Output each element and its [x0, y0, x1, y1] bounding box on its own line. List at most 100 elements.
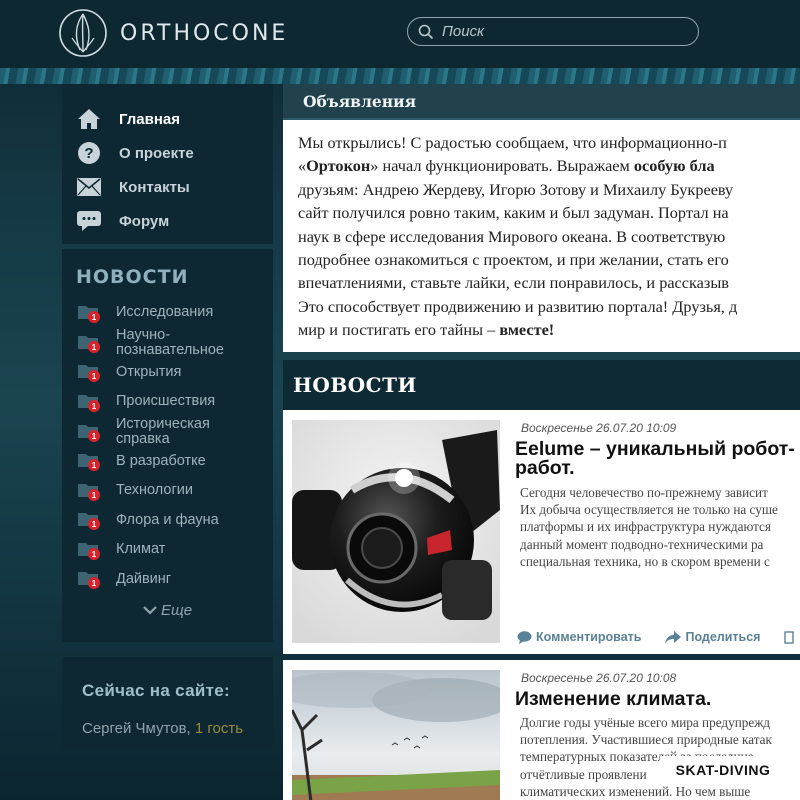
nav-item-label: Форум [119, 212, 170, 230]
svg-text:1: 1 [92, 402, 97, 411]
folder-icon: 1 [78, 363, 100, 383]
more-link[interactable]: Еще [62, 602, 273, 619]
bookmark-button[interactable] [784, 630, 798, 644]
announcements-title: Объявления [303, 92, 417, 111]
orthocone-logo-icon [59, 9, 107, 57]
news-excerpt-line: специальная техника, но в скором времени… [520, 553, 770, 569]
news-excerpt-line: платформы и их инфраструктура нуждаются [520, 519, 771, 535]
notification-badge-icon: 1 [88, 577, 100, 590]
announcement-text: « [298, 156, 307, 176]
news-excerpt: Сегодня человечество по-прежнему зависит… [520, 484, 778, 570]
news-thumbnail-climate[interactable] [292, 670, 500, 800]
category-label: Научно-познавательное [116, 326, 224, 358]
notification-badge-icon: 1 [88, 399, 100, 412]
online-guest: 1 гость [194, 720, 244, 737]
svg-text:1: 1 [92, 461, 97, 470]
folder-icon: 1 [78, 570, 100, 590]
folder-icon: 1 [78, 541, 100, 560]
news-excerpt-line: Сегодня человечество по-прежнему зависит [520, 485, 768, 500]
site-logo[interactable]: ORTHOCONE [58, 7, 288, 59]
news-excerpt-line: Их добыча осуществляется не только на су… [520, 502, 778, 518]
news-card-title[interactable]: Изменение климата. [515, 689, 711, 709]
announcement-text: » начал функционировать. Выражаем [370, 156, 634, 176]
announcement-line: сайт получился ровно таким, каким и был … [298, 201, 800, 224]
news-title-line: работ. [515, 457, 575, 479]
category-label: Дайвинг [116, 570, 172, 587]
announcement-text: Мы открылись! С радостью сообщаем, что и… [298, 133, 727, 152]
announcement-line: Это способствует продвижению и развитию … [298, 295, 800, 318]
share-button[interactable]: Поделиться [665, 630, 760, 644]
announcement-bold: вместе! [499, 320, 555, 340]
search-icon [418, 24, 434, 39]
share-label: Поделиться [685, 630, 761, 644]
folder-icon: 1 [78, 334, 100, 353]
announcement-line: «Ортокон» начал функционировать. Выражае… [298, 154, 800, 177]
svg-text:1: 1 [92, 343, 97, 352]
category-item[interactable]: 1 Исследования [62, 298, 273, 328]
notification-badge-icon: 1 [88, 518, 100, 531]
news-excerpt-line: данный момент подводно-техническими ра [520, 536, 764, 552]
category-list: 1 Исследования 1 Научно-познавательное 1 Откр… [62, 298, 273, 594]
folder-icon: 1 [78, 423, 100, 442]
news-date: Воскресенье 26.07.20 10:09 [521, 421, 677, 435]
category-label: Открытия [116, 363, 182, 380]
category-item[interactable]: 1 Климат [62, 535, 273, 565]
bookmark-icon [784, 630, 795, 644]
question-icon: ? [76, 140, 102, 166]
category-item[interactable]: 1 Открытия [62, 358, 273, 388]
svg-text:1: 1 [92, 550, 97, 559]
nav-item-about[interactable]: ? О проекте [62, 136, 273, 170]
svg-text:1: 1 [92, 432, 97, 441]
news-card-title[interactable]: Eelume – уникальный робот- работ. [515, 439, 795, 479]
news-title: НОВОСТИ [293, 373, 417, 397]
announcement-text: друзьям: Андрею Жердеву, Игорю Зотову и … [298, 179, 734, 199]
notification-badge-icon: 1 [88, 370, 100, 383]
news-card[interactable]: Воскресенье 26.07.20 10:09 Eelume – уник… [283, 410, 800, 654]
nav-item-contacts[interactable]: Контакты [62, 170, 273, 204]
home-icon [76, 106, 102, 132]
announcement-text: сайт получился ровно таким, каким и был … [298, 203, 729, 223]
svg-text:1: 1 [92, 313, 97, 322]
envelope-icon [76, 174, 102, 200]
category-item[interactable]: 1 Историческая справка [62, 416, 273, 447]
news-date: Воскресенье 26.07.20 10:08 [521, 671, 677, 685]
announcement-line: наук в сфере исследования Мирового океан… [298, 225, 800, 248]
category-item[interactable]: 1 Происшествия [62, 387, 273, 417]
notification-badge-icon: 1 [88, 459, 100, 472]
category-label: Происшествия [116, 393, 216, 410]
announcement-text: мир и постигать его тайны – [298, 320, 500, 340]
search-box[interactable] [407, 17, 699, 46]
category-item[interactable]: 1 Технологии [62, 476, 273, 506]
category-item[interactable]: 1 В разработке [62, 447, 273, 477]
news-excerpt-line: климатических изменений. Но чем выше [520, 783, 751, 799]
nav-item-label: Главная [119, 110, 181, 128]
category-label: Исследования [116, 304, 214, 321]
comment-button[interactable]: Комментировать [517, 630, 641, 644]
folder-icon: 1 [78, 511, 100, 531]
share-icon [665, 630, 682, 644]
news-categories-title: НОВОСТИ [76, 266, 189, 288]
category-item[interactable]: 1 Дайвинг [62, 565, 273, 595]
category-item[interactable]: 1 Научно-познавательное [62, 326, 273, 358]
search-input[interactable] [442, 23, 692, 40]
chat-icon [76, 208, 102, 234]
online-user[interactable]: Сергей Чмутов, [82, 720, 191, 737]
announcements-body: Мы открылись! С радостью сообщаем, что и… [283, 120, 800, 352]
news-thumbnail-robot[interactable] [292, 420, 500, 643]
announcement-text: впечатлениями, ставьте лайки, если понра… [298, 273, 729, 293]
nav-item-label: Контакты [119, 178, 190, 196]
folder-icon: 1 [78, 393, 100, 412]
svg-text:1: 1 [92, 520, 97, 529]
announcement-bold: особую бла [633, 156, 715, 176]
online-list: Сергей Чмутов, 1 гость [82, 720, 273, 737]
more-label: Еще [161, 602, 193, 619]
notification-badge-icon: 1 [88, 429, 100, 442]
comment-icon [517, 630, 532, 644]
announcement-text: подробнее ознакомиться с проектом, и при… [298, 250, 729, 270]
nav-item-home[interactable]: Главная [62, 102, 273, 136]
news-header: НОВОСТИ [283, 360, 800, 410]
announcement-line: впечатлениями, ставьте лайки, если понра… [298, 271, 800, 294]
category-item[interactable]: 1 Флора и фауна [62, 506, 273, 536]
svg-text:1: 1 [92, 372, 97, 381]
nav-item-forum[interactable]: Форум [62, 204, 273, 238]
